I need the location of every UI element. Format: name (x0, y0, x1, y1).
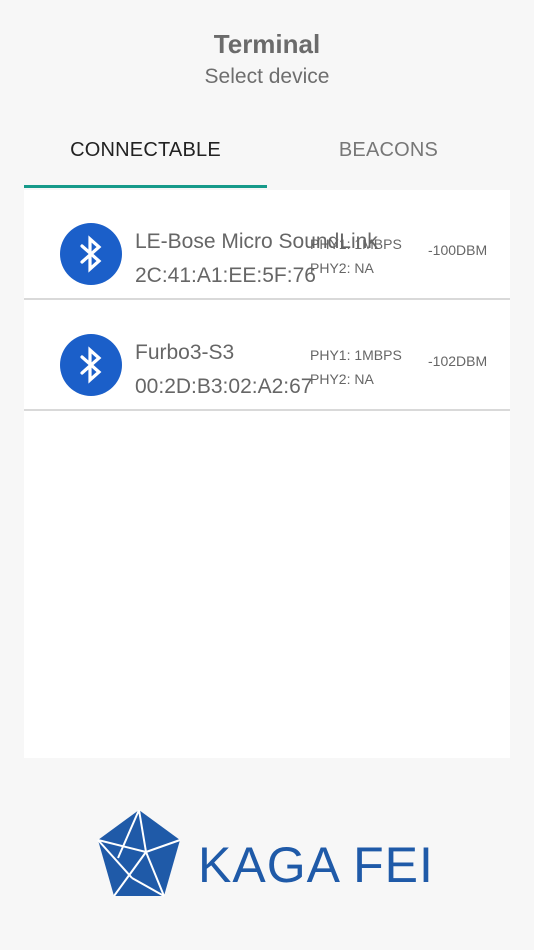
bluetooth-icon (60, 334, 122, 396)
tab-indicator (24, 185, 267, 188)
bluetooth-icon (60, 223, 122, 285)
kaga-fei-logo: KAGA FEI (96, 808, 446, 908)
tab-connectable[interactable]: CONNECTABLE (24, 130, 267, 188)
device-rssi: -102DBM (428, 353, 488, 369)
tab-beacons-label: BEACONS (338, 139, 439, 161)
tab-beacons[interactable]: BEACONS (267, 130, 510, 188)
tab-connectable-label: CONNECTABLE (70, 139, 221, 161)
pentagon-logo-icon (97, 809, 181, 897)
device-address: 2C:41:A1:EE:5F:76 (135, 264, 316, 287)
device-name: Furbo3-S3 (135, 341, 235, 364)
device-phy1: PHY1: 1MBPS (310, 347, 402, 363)
device-list-item[interactable]: LE-Bose Micro SoundLink 2C:41:A1:EE:5F:7… (24, 190, 510, 300)
device-address: 00:2D:B3:02:A2:67 (135, 375, 313, 398)
device-list-item[interactable]: Furbo3-S3 00:2D:B3:02:A2:67 PHY1: 1MBPS … (24, 301, 510, 411)
device-phy2: PHY2: NA (310, 260, 374, 276)
tab-bar: CONNECTABLE BEACONS (24, 130, 510, 188)
device-phy2: PHY2: NA (310, 371, 374, 387)
device-list: LE-Bose Micro SoundLink 2C:41:A1:EE:5F:7… (24, 190, 510, 758)
page-subtitle: Select device (204, 65, 330, 88)
page-title: Terminal (213, 29, 321, 59)
device-rssi: -100DBM (428, 242, 488, 258)
logo-text: KAGA FEI (198, 837, 434, 893)
header: Terminal Select device (0, 28, 534, 90)
device-phy1: PHY1: 1MBPS (310, 236, 402, 252)
